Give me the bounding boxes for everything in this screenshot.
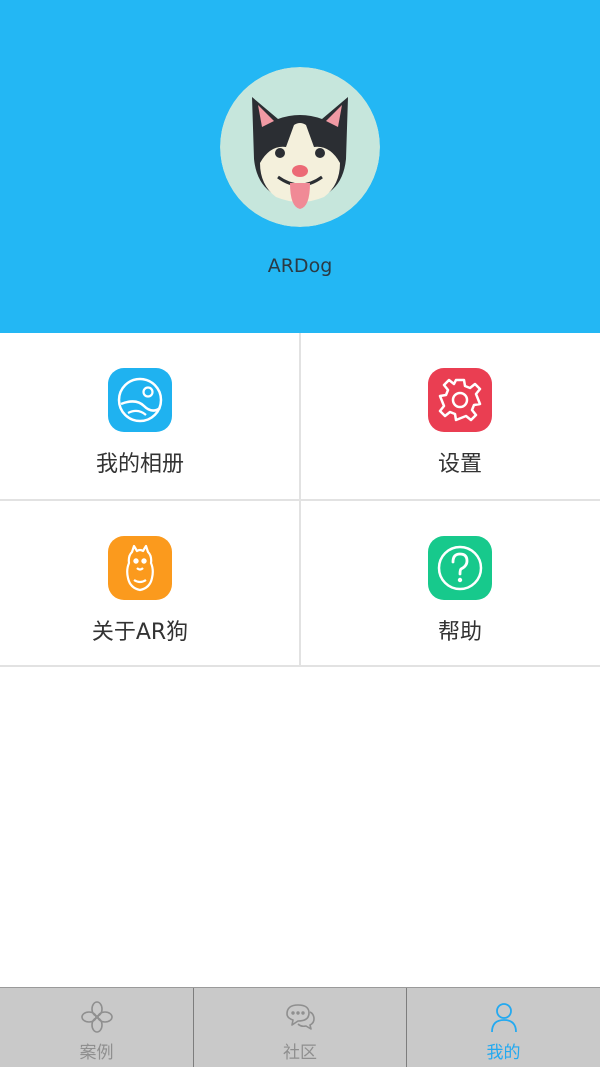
tab-community[interactable]: 社区 [194, 988, 406, 1067]
tab-cases[interactable]: 案例 [0, 988, 193, 1067]
tab-mine[interactable]: 我的 [407, 988, 600, 1067]
gear-icon [428, 368, 492, 432]
husky-dog-avatar-icon [220, 67, 380, 227]
photo-album-icon [108, 368, 172, 432]
chat-bubbles-icon [283, 1000, 317, 1034]
avatar[interactable] [220, 67, 380, 227]
dog-icon [108, 536, 172, 600]
tab-label-mine: 我的 [486, 1043, 521, 1063]
menu-item-settings[interactable]: 设置 [301, 333, 600, 499]
menu-item-label-settings: 设置 [437, 452, 482, 477]
menu-item-help[interactable]: 帮助 [301, 501, 600, 667]
tab-label-cases: 案例 [79, 1043, 114, 1063]
tab-label-community: 社区 [283, 1043, 317, 1063]
menu-item-label-album: 我的相册 [95, 452, 184, 477]
person-icon [487, 1000, 521, 1034]
bottom-tab-bar: 案例 社区 我的 [0, 987, 600, 1067]
menu-item-label-help: 帮助 [437, 620, 482, 645]
username: ARDog [267, 255, 333, 277]
menu-item-label-about: 关于AR狗 [91, 620, 189, 645]
menu-item-about[interactable]: 关于AR狗 [0, 501, 299, 667]
help-icon [428, 536, 492, 600]
profile-header: ARDog [0, 0, 600, 333]
grid-divider-vertical [299, 333, 301, 667]
menu-item-album[interactable]: 我的相册 [0, 333, 299, 499]
clover-icon [80, 1000, 114, 1034]
profile-screen: ARDog 我的相册 设置 关于AR狗 帮助 案例 社区 我的 [0, 0, 600, 1067]
